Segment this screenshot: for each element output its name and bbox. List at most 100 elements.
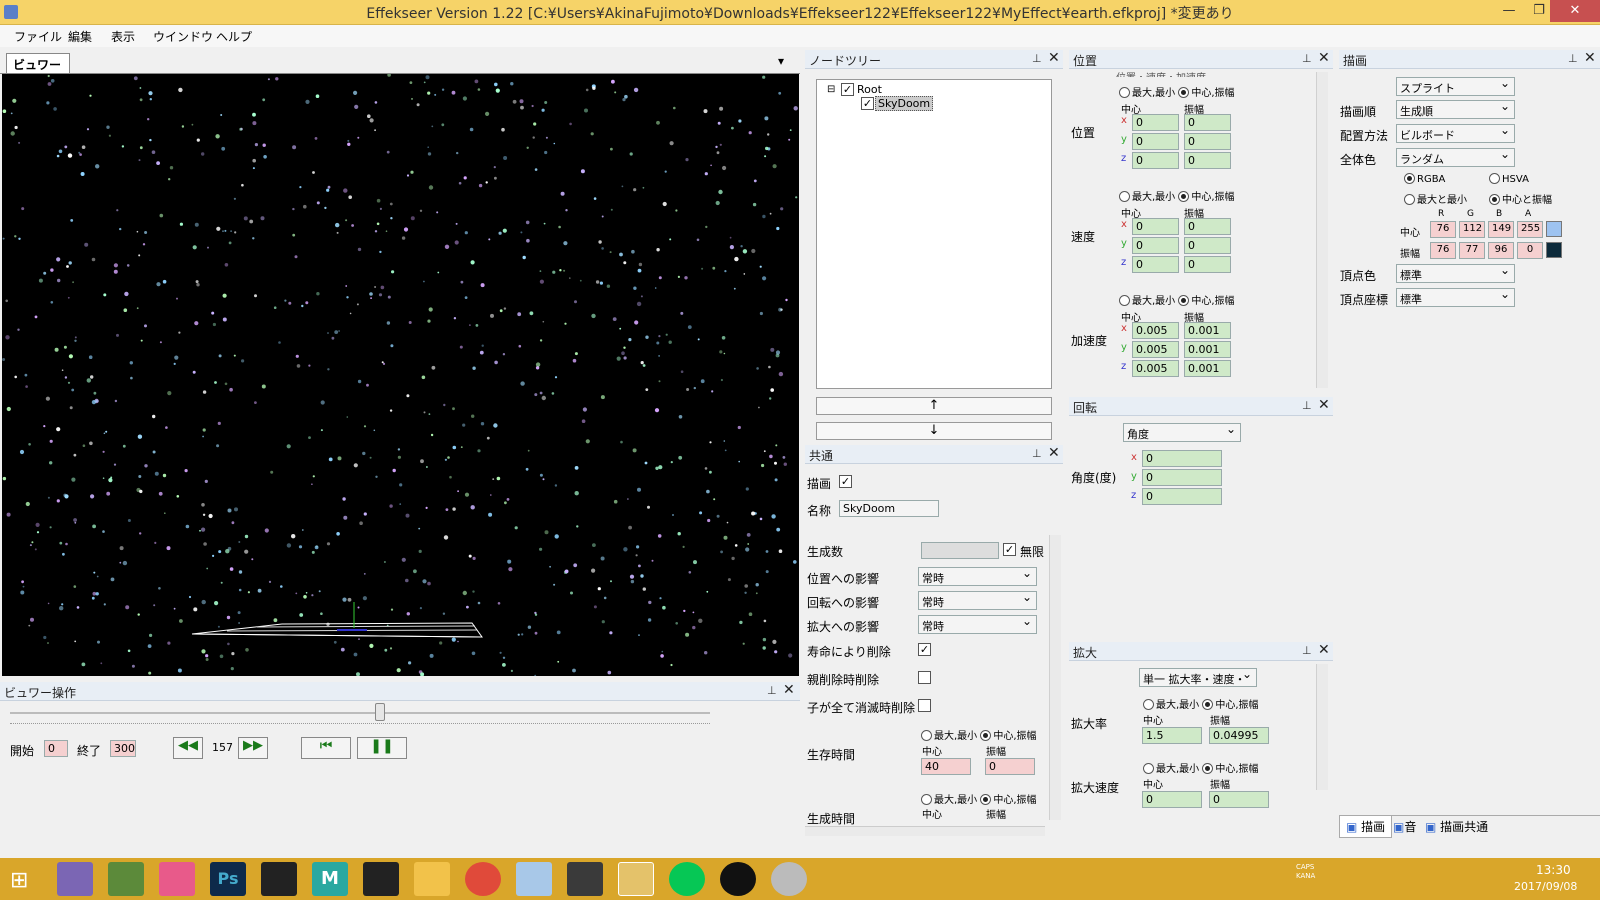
rotation-z-input[interactable]: 0 [1142,488,1222,505]
film-icon[interactable] [363,862,399,896]
app-hexagon-icon[interactable] [108,862,144,896]
close-icon[interactable]: ✕ [1048,50,1060,66]
color-amp-r-input[interactable]: 76 [1430,242,1456,259]
vel-y-amp-input[interactable]: 0 [1184,237,1231,254]
visual-studio-icon[interactable] [57,862,93,896]
menu-edit[interactable]: 編集 [68,28,92,45]
render-order-select[interactable]: 生成順 [1396,99,1515,119]
acc-y-amp-input[interactable]: 0.001 [1184,341,1231,358]
tab-render-common[interactable]: ▣ 描画共通 [1425,818,1488,835]
tab-dropdown-icon[interactable]: ▾ [778,54,784,68]
pause-button[interactable]: ❚❚ [357,737,407,759]
color-center-g-input[interactable]: 112 [1459,221,1485,238]
tab-render[interactable]: ▣ 描画 [1339,816,1393,838]
rotation-mode-select[interactable]: 角度 [1123,422,1241,442]
tree-node-skydoom[interactable]: SkyDoom [875,96,934,111]
color-center-a-input[interactable]: 255 [1517,221,1543,238]
close-icon[interactable]: ✕ [1318,397,1330,413]
windows-start-icon[interactable]: ⊞ [10,868,28,893]
close-icon[interactable]: ✕ [1584,50,1596,66]
acc-x-center-input[interactable]: 0.005 [1132,322,1179,339]
menu-window[interactable]: ウインドウ [153,28,213,45]
rot-influence-select[interactable]: 常時 [918,590,1037,610]
viewport[interactable] [2,74,799,676]
scale-rate-amp-input[interactable]: 0.04995 [1209,727,1269,744]
acc-mode-radios[interactable]: 最大,最小 中心,振幅 [1119,292,1235,307]
menu-help[interactable]: ヘルプ [216,28,252,45]
go-to-start-button[interactable]: ⏮ [301,737,351,759]
position-mode-select[interactable]: 位置・速度・加速度 [1116,69,1234,77]
recorder-icon[interactable] [720,862,756,896]
close-icon[interactable]: ✕ [1318,50,1330,66]
pos-z-amp-input[interactable]: 0 [1184,152,1231,169]
scale-scrollbar[interactable] [1316,664,1328,790]
scale-rate-mode-radios[interactable]: 最大,最小 中心,振幅 [1143,696,1259,711]
color-center-b-input[interactable]: 149 [1488,221,1514,238]
r-app-icon[interactable] [567,862,603,896]
scale-speed-mode-radios[interactable]: 最大,最小 中心,振幅 [1143,760,1259,775]
scale-speed-center-input[interactable]: 0 [1142,791,1202,808]
color-amp-b-input[interactable]: 96 [1488,242,1514,259]
scale-mode-select[interactable]: 単一 拡大率・速度・ [1139,667,1257,687]
nodetree-list[interactable]: ⊟ ✓ Root ✓ SkyDoom [816,79,1052,389]
skydoom-visible-checkbox[interactable]: ✓ [861,97,874,110]
scale-speed-amp-input[interactable]: 0 [1209,791,1269,808]
menu-view[interactable]: 表示 [111,28,135,45]
tree-node-root[interactable]: Root [857,83,882,96]
tab-viewer[interactable]: ビュワー [6,53,70,73]
centeramp-radio[interactable]: 中心と振幅 [1489,191,1552,206]
vel-x-amp-input[interactable]: 0 [1184,218,1231,235]
vel-mode-radios[interactable]: 最大,最小 中心,振幅 [1119,188,1235,203]
render-type-select[interactable]: スプライト [1396,76,1515,96]
clock-date[interactable]: 2017/09/08 [1514,880,1577,893]
rotation-y-input[interactable]: 0 [1142,469,1222,486]
clock-time[interactable]: 13:30 [1536,863,1571,877]
move-down-button[interactable]: ↓ [816,422,1052,440]
tree-collapse-icon[interactable]: ⊟ [827,84,835,95]
tab-sound[interactable]: ▣音 [1393,818,1416,835]
close-icon[interactable]: ✕ [783,682,795,698]
minimize-button[interactable]: — [1494,0,1524,22]
color-amp-swatch[interactable] [1546,242,1562,258]
pos-mode-radios[interactable]: 最大,最小 中心,振幅 [1119,84,1235,99]
acc-z-amp-input[interactable]: 0.001 [1184,360,1231,377]
end-frame-input[interactable]: 300 [110,740,136,757]
draw-checkbox[interactable]: ✓ [839,475,852,488]
media-icon[interactable] [771,862,807,896]
close-button[interactable]: ✕ [1550,0,1600,22]
start-frame-input[interactable]: 0 [44,740,68,757]
count-input[interactable] [921,542,999,559]
ime-indicator[interactable]: CAPS KANA [1296,863,1318,881]
pos-y-amp-input[interactable]: 0 [1184,133,1231,150]
color-center-swatch[interactable] [1546,221,1562,237]
root-visible-checkbox[interactable]: ✓ [841,83,854,96]
pos-influence-select[interactable]: 常時 [918,566,1037,586]
color-amp-g-input[interactable]: 77 [1459,242,1485,259]
delete-on-parent-checkbox[interactable] [918,671,931,684]
pos-x-center-input[interactable]: 0 [1132,114,1179,131]
maxmin-radio[interactable]: 最大と最小 [1404,191,1467,206]
common-scrollbar[interactable] [1049,535,1061,820]
vertex-color-select[interactable]: 標準 [1396,263,1515,283]
rgba-radio[interactable]: RGBA [1404,173,1445,185]
pin-icon[interactable]: ⊥ [1032,447,1042,460]
acc-y-center-input[interactable]: 0.005 [1132,341,1179,358]
color-app-icon[interactable] [159,862,195,896]
infinite-checkbox[interactable]: ✓ [1003,543,1016,556]
close-icon[interactable]: ✕ [1318,642,1330,658]
color-center-r-input[interactable]: 76 [1430,221,1456,238]
vel-z-amp-input[interactable]: 0 [1184,256,1231,273]
rotation-x-input[interactable]: 0 [1142,450,1222,467]
life-mode-radios[interactable]: 最大,最小 中心,振幅 [921,727,1037,742]
notes-icon[interactable] [516,862,552,896]
scale-rate-center-input[interactable]: 1.5 [1142,727,1202,744]
menu-file[interactable]: ファイル [14,28,62,45]
pos-z-center-input[interactable]: 0 [1132,152,1179,169]
fast-forward-button[interactable]: ▶▶ [238,737,268,759]
color-amp-a-input[interactable]: 0 [1517,242,1543,259]
photoshop-icon[interactable]: Ps [210,862,246,896]
pos-x-amp-input[interactable]: 0 [1184,114,1231,131]
acc-x-amp-input[interactable]: 0.001 [1184,322,1231,339]
scale-influence-select[interactable]: 常時 [918,614,1037,634]
life-center-input[interactable]: 40 [921,758,971,775]
